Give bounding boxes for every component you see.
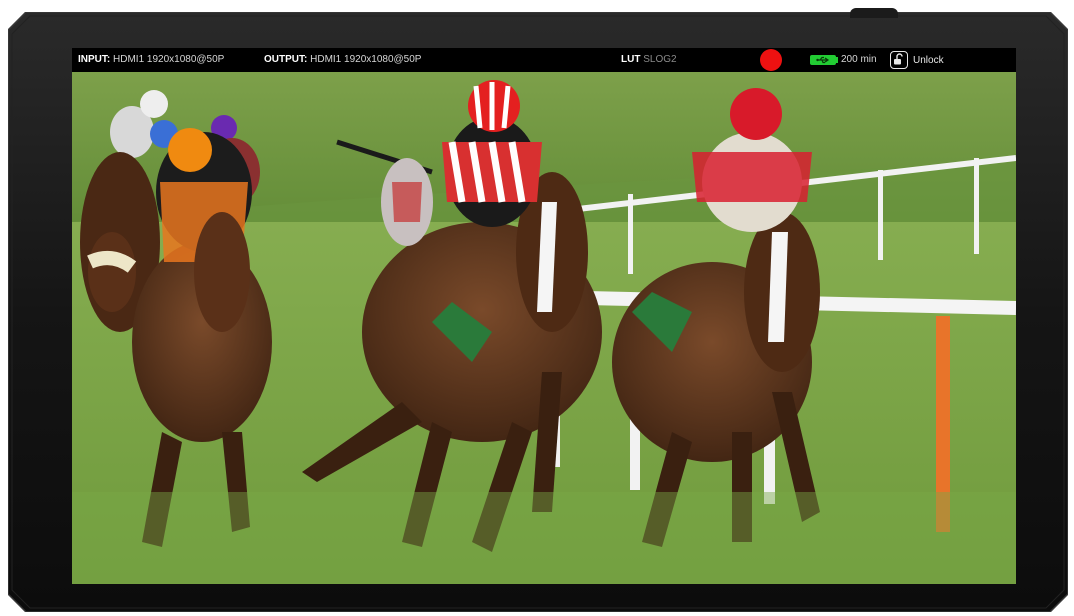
status-bar: INPUT: HDMI1 1920x1080@50P OUTPUT: HDMI1… bbox=[72, 48, 1016, 72]
video-preview[interactable] bbox=[72, 72, 1016, 584]
lut-label: LUT bbox=[621, 54, 641, 65]
lut-status[interactable]: LUT SLOG2 bbox=[621, 54, 677, 65]
top-dial[interactable] bbox=[850, 8, 898, 18]
unlock-label: Unlock bbox=[913, 54, 944, 66]
output-value: HDMI1 1920x1080@50P bbox=[310, 54, 422, 65]
usb-battery-icon bbox=[816, 56, 830, 64]
output-status: OUTPUT: HDMI1 1920x1080@50P bbox=[264, 54, 421, 65]
output-label: OUTPUT: bbox=[264, 54, 308, 65]
input-label: INPUT: bbox=[78, 54, 111, 65]
unlock-padlock-icon bbox=[890, 51, 908, 69]
unlock-button[interactable]: Unlock bbox=[890, 51, 944, 69]
input-value: HDMI1 1920x1080@50P bbox=[113, 54, 225, 65]
lut-value: SLOG2 bbox=[643, 54, 677, 65]
battery-tip bbox=[836, 57, 838, 63]
battery-indicator bbox=[810, 55, 836, 65]
input-status: INPUT: HDMI1 1920x1080@50P bbox=[78, 54, 224, 65]
record-button[interactable] bbox=[760, 49, 782, 71]
battery-time: 200 min bbox=[841, 54, 877, 65]
monitor-screen: INPUT: HDMI1 1920x1080@50P OUTPUT: HDMI1… bbox=[72, 48, 1016, 584]
